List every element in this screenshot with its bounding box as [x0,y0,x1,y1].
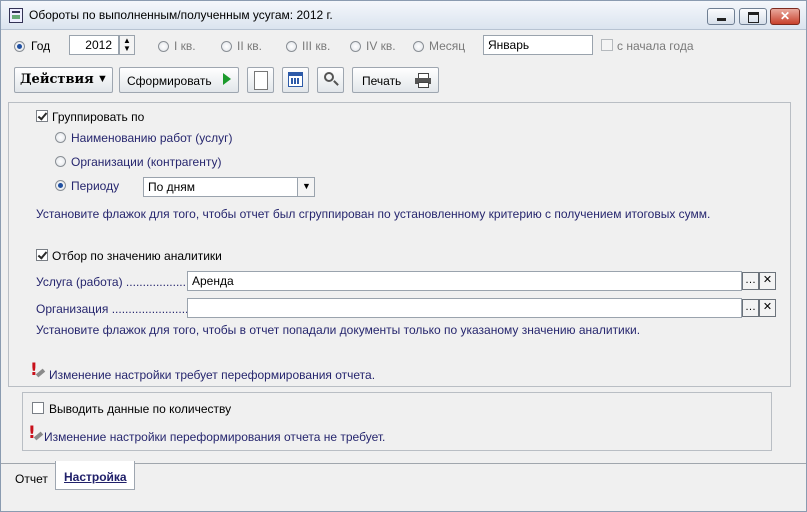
chevron-down-icon: ▼ [302,181,311,191]
radio-group-period[interactable] [55,180,66,191]
group-hint: Установите флажок для того, чтобы отчет … [36,207,711,221]
calendar-button[interactable] [282,67,309,93]
radio-year-label: Год [31,39,51,53]
period-select[interactable]: По дням [143,177,315,197]
from-start-label: с начала года [617,39,694,53]
report-icon [9,8,23,23]
radio-q4[interactable] [350,41,361,52]
service-value: Аренда [192,274,234,288]
year-value: 2012 [85,38,112,52]
quantity-checkbox-label: Выводить данные по количеству [49,402,232,416]
tab-report-label: Отчет [15,472,48,486]
month-value: Январь [488,38,530,52]
calendar-icon [288,72,303,87]
chevron-down-icon: ▼ [97,73,108,85]
tab-settings[interactable]: Настройка [55,461,135,490]
radio-group-period-label: Периоду [71,179,120,193]
close-button[interactable] [770,8,800,25]
radio-year[interactable] [14,41,25,52]
org-input[interactable] [187,298,742,318]
radio-group-org-label: Организации (контрагенту) [71,155,222,169]
tab-settings-label: Настройка [64,470,127,484]
tab-report[interactable]: Отчет [8,467,54,489]
report-window: Обороты по выполненным/полученным усугам… [0,0,807,512]
org-select-button[interactable]: … [742,299,759,317]
reform-required-notice: Изменение настройки требует переформиров… [49,368,376,382]
radio-group-org[interactable] [55,156,66,167]
radio-month[interactable] [413,41,424,52]
radio-q2[interactable] [221,41,232,52]
service-clear-icon[interactable]: ✕ [759,272,776,290]
title-bar: Обороты по выполненным/полученным усугам… [1,1,806,30]
period-select-dropdown[interactable]: ▼ [297,178,314,196]
service-label: Услуга (работа) ................... [36,275,190,289]
play-icon [223,73,231,85]
group-checkbox-label: Группировать по [52,110,145,124]
generate-button[interactable]: Сформировать [119,67,239,93]
spin-down-icon[interactable]: ▼ [123,45,131,53]
generate-label: Сформировать [127,74,212,88]
window-title: Обороты по выполненным/полученным усугам… [29,8,333,22]
warning-icon: ! [28,362,46,382]
no-reform-notice: Изменение настройки переформирования отч… [44,430,386,444]
radio-month-label: Месяц [429,39,466,53]
year-spinner[interactable]: ▲ ▼ [119,35,135,55]
filter-hint: Установите флажок для того, чтобы в отче… [36,323,641,337]
from-start-checkbox[interactable] [601,39,613,51]
radio-q4-label: IV кв. [366,39,396,53]
org-label: Организация ....................... [36,302,189,316]
maximize-button[interactable] [739,8,767,25]
radio-q1-label: I кв. [174,39,196,53]
warning-icon: ! [26,425,44,445]
new-document-button[interactable] [247,67,274,93]
month-input[interactable]: Январь [483,35,593,55]
org-clear-icon[interactable]: ✕ [759,299,776,317]
document-icon [254,71,268,90]
quantity-checkbox[interactable] [32,402,44,414]
filter-checkbox[interactable] [36,249,48,261]
radio-q1[interactable] [158,41,169,52]
service-input[interactable]: Аренда [187,271,742,291]
radio-q3-label: III кв. [302,39,331,53]
radio-group-service-label: Наименованию работ (услуг) [71,131,233,145]
group-checkbox[interactable] [36,110,48,122]
radio-group-service[interactable] [55,132,66,143]
year-input[interactable]: 2012 [69,35,119,55]
service-select-button[interactable]: … [742,272,759,290]
print-button[interactable]: Печать [352,67,439,93]
actions-menu-button[interactable]: Действия ▼ [14,67,113,93]
radio-q3[interactable] [286,41,297,52]
actions-label: Действия [20,72,94,87]
search-button[interactable] [317,67,344,93]
filter-checkbox-label: Отбор по значению аналитики [52,249,222,263]
minimize-button[interactable] [707,8,735,25]
radio-q2-label: II кв. [237,39,262,53]
print-label: Печать [362,74,402,88]
printer-icon [415,73,431,88]
period-select-value: По дням [148,180,196,194]
